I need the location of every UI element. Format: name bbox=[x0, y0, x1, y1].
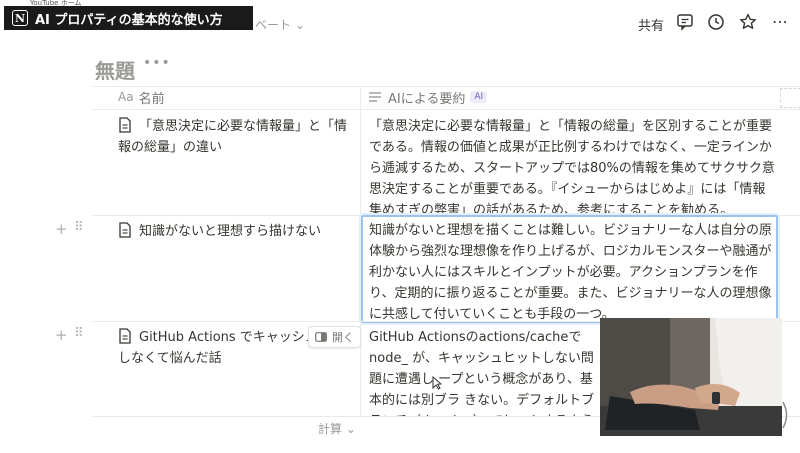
text-type-icon: Aa bbox=[118, 90, 134, 104]
clock-icon[interactable] bbox=[706, 12, 726, 32]
column-header-name-label: 名前 bbox=[138, 91, 165, 107]
video-title: AI プロパティの基本的な使い方 bbox=[35, 12, 223, 28]
chevron-down-icon: ⌄ bbox=[345, 422, 356, 436]
text-lines-icon bbox=[369, 92, 381, 102]
page-icon bbox=[119, 328, 131, 344]
breadcrumb[interactable]: ベート ⌄ bbox=[255, 16, 305, 33]
ai-summary-cell[interactable]: 知識がないと理想を描くことは難しい。ビジョナリーな人は自分の原体験から強烈な理想… bbox=[369, 220, 773, 325]
chevron-down-icon: ⌄ bbox=[294, 18, 305, 32]
row-title: 知識がないと理想すら描けない bbox=[139, 224, 322, 239]
row-title: GitHub Actions でキャッシュ しなくて悩んだ話 bbox=[118, 330, 318, 366]
star-icon[interactable] bbox=[738, 12, 758, 32]
row-title: 「意思決定に必要な情報量」と「情報の総量」の違い bbox=[118, 119, 348, 155]
open-page-button[interactable]: 開く bbox=[308, 326, 361, 348]
comment-icon[interactable] bbox=[675, 12, 695, 32]
ai-badge: AI bbox=[470, 91, 488, 103]
column-header-ai-summary[interactable]: AIによる要約 AI bbox=[368, 86, 488, 108]
webcam-video-frame bbox=[600, 318, 782, 436]
table-row-name[interactable]: GitHub Actions でキャッシュ しなくて悩んだ話 bbox=[118, 327, 318, 369]
table-row-name[interactable]: 「意思決定に必要な情報量」と「情報の総量」の違い bbox=[118, 116, 353, 158]
scroll-indicator[interactable] bbox=[781, 400, 791, 430]
table-row-name[interactable]: 知識がないと理想すら描けない bbox=[118, 221, 353, 242]
share-button[interactable]: 共有 bbox=[638, 15, 664, 34]
calculate-button[interactable]: 計算 ⌄ bbox=[318, 420, 356, 437]
ai-summary-cell[interactable]: GitHub Actionsのactions/cacheでnode_ が、キャッ… bbox=[369, 327, 597, 417]
mouse-cursor-icon bbox=[432, 376, 442, 390]
video-title-banner: N AI プロパティの基本的な使い方 bbox=[4, 6, 253, 30]
header-bottom-divider bbox=[92, 109, 800, 110]
page-icon bbox=[119, 222, 131, 238]
add-row-icon[interactable]: + bbox=[55, 220, 68, 238]
column-header-ai-summary-label: AIによる要約 bbox=[388, 91, 466, 107]
notion-logo-icon: N bbox=[12, 10, 28, 26]
add-column-hint bbox=[780, 88, 800, 108]
column-header-name[interactable]: Aa 名前 bbox=[118, 86, 165, 108]
more-options-icon[interactable]: ⋯ bbox=[772, 12, 788, 31]
page-icon bbox=[119, 117, 131, 133]
open-page-label: 開く bbox=[332, 331, 354, 344]
title-more-icon[interactable]: ••• bbox=[143, 55, 171, 71]
breadcrumb-label: ベート bbox=[255, 18, 292, 32]
page-title[interactable]: 無題 bbox=[95, 55, 135, 84]
drag-handle-icon[interactable]: ⠿ bbox=[74, 220, 84, 235]
webcam-overlay bbox=[600, 318, 782, 436]
side-peek-icon bbox=[315, 332, 327, 342]
calculate-label: 計算 bbox=[318, 422, 343, 436]
ai-summary-cell[interactable]: 「意思決定に必要な情報量」と「情報の総量」を区別することが重要である。情報の価値… bbox=[369, 116, 775, 221]
add-row-icon[interactable]: + bbox=[55, 326, 68, 344]
drag-handle-icon[interactable]: ⠿ bbox=[74, 326, 84, 341]
